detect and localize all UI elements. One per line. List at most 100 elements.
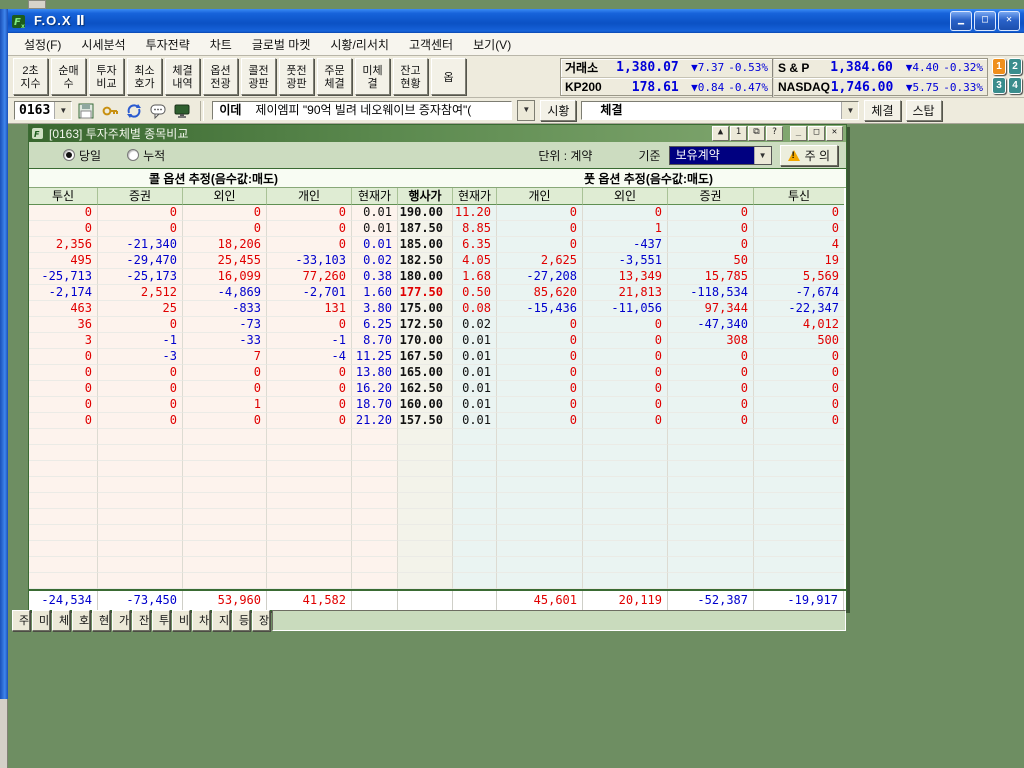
toolbar-button[interactable]: 체결내역 (165, 58, 200, 95)
bottom-tab[interactable]: 차 (192, 610, 210, 631)
index-change: ▼0.84 (679, 81, 725, 94)
maximize-button[interactable]: □ (974, 11, 996, 31)
index-change: ▼5.75 (893, 81, 939, 94)
toolbar-button[interactable]: 풋전광판 (279, 58, 314, 95)
bottom-tab[interactable]: 호 (72, 610, 90, 631)
cascade-icon[interactable]: ⧉ (748, 126, 765, 141)
column-header: 행사가 (398, 188, 453, 205)
radio-daily-label: 당일 (79, 147, 101, 164)
menu-item[interactable]: 보기(V) (463, 33, 521, 56)
svg-text:F: F (34, 130, 40, 139)
news-dropdown-icon[interactable]: ▼ (517, 100, 535, 121)
feed-dropdown-icon[interactable]: ▼ (841, 102, 858, 119)
put-price-cell: 0.01 (453, 413, 497, 429)
minimize-button[interactable]: ▁ (950, 11, 972, 31)
empty-cell (183, 461, 267, 477)
bottom-tab[interactable]: 비 (172, 610, 190, 631)
empty-cell (398, 573, 453, 589)
toolbar-button[interactable]: 순매수 (51, 58, 86, 95)
panel-minimize-button[interactable]: _ (790, 126, 807, 141)
empty-cell (398, 541, 453, 557)
index-value: 1,380.07 (616, 60, 679, 75)
call-cell: -833 (183, 301, 267, 317)
menu-item[interactable]: 시황/리서치 (320, 33, 399, 56)
bottom-tab[interactable]: 주 (12, 610, 30, 631)
stop-button[interactable]: 스탑 (906, 100, 942, 121)
save-icon[interactable] (77, 102, 96, 120)
app-logo-icon: F x (12, 14, 29, 29)
execution-button[interactable]: 체결 (864, 100, 900, 121)
put-price-cell: 8.85 (453, 221, 497, 237)
panel-maximize-button[interactable]: □ (808, 126, 825, 141)
monitor-icon[interactable] (173, 102, 192, 120)
empty-cell (668, 493, 754, 509)
panel-close-button[interactable]: ✕ (826, 126, 843, 141)
bottom-tab[interactable]: 가 (112, 610, 130, 631)
bottom-tab[interactable]: 현 (92, 610, 110, 631)
toolbar-button[interactable]: 미체결 (355, 58, 390, 95)
empty-cell (453, 477, 497, 493)
empty-cell (183, 493, 267, 509)
toolbar-button[interactable]: 주문체결 (317, 58, 352, 95)
empty-cell (398, 429, 453, 445)
call-cell: -1 (98, 333, 183, 349)
put-cell: 0 (754, 365, 844, 381)
bottom-tab[interactable]: 지 (212, 610, 230, 631)
bottom-tab[interactable]: 체 (52, 610, 70, 631)
empty-cell (453, 429, 497, 445)
key-icon[interactable] (101, 102, 120, 120)
screen-code-combo[interactable]: 0163 ▼ (14, 101, 72, 120)
bottom-tab[interactable]: 잔 (132, 610, 150, 631)
chevron-down-icon[interactable]: ▼ (54, 102, 71, 119)
column-header-row: 투신증권외인개인현재가행사가현재가개인외인증권투신 (29, 188, 846, 205)
menu-item[interactable]: 설정(F) (14, 33, 71, 56)
warning-button[interactable]: 주 의 (780, 145, 838, 166)
table-row: -2,1742,512-4,869-2,7011.60177.500.5085,… (29, 285, 846, 301)
toolbar-button[interactable]: 콜전광판 (241, 58, 276, 95)
market-news-button[interactable]: 시황 (540, 100, 576, 121)
close-button[interactable]: ✕ (998, 11, 1020, 31)
toolbar-button[interactable]: 투자비교 (89, 58, 124, 95)
toolbar-button[interactable]: 잔고현황 (393, 58, 428, 95)
strike-cell: 185.00 (398, 237, 453, 253)
chat-icon[interactable] (149, 102, 168, 120)
refresh-icon[interactable] (125, 102, 144, 120)
bottom-tab[interactable]: 투 (152, 610, 170, 631)
toolbar-button[interactable]: 옵션전광 (203, 58, 238, 95)
call-cell: 1 (183, 397, 267, 413)
bottom-tab[interactable]: 등 (232, 610, 250, 631)
menu-item[interactable]: 고객센터 (399, 33, 463, 56)
quick-button-4[interactable]: 4 (1008, 77, 1022, 94)
svg-text:x: x (21, 23, 25, 29)
toolbar-button[interactable]: 옵 (431, 58, 466, 95)
radio-cumulative[interactable] (127, 149, 139, 161)
menu-item[interactable]: 시세분석 (71, 33, 135, 56)
empty-cell (668, 573, 754, 589)
bottom-tab[interactable]: 미 (32, 610, 50, 631)
empty-cell (497, 445, 583, 461)
comparison-window: F [0163] 투자주체별 종목비교 ▲ 1 ⧉ ? _ □ ✕ 당일 누적 … (28, 124, 847, 610)
quick-button-3[interactable]: 3 (992, 77, 1006, 94)
toolbar-button[interactable]: 2초지수 (13, 58, 48, 95)
put-cell: -15,436 (497, 301, 583, 317)
menu-item[interactable]: 글로벌 마켓 (242, 33, 321, 56)
menu-item[interactable]: 투자전략 (136, 33, 200, 56)
menu-item[interactable]: 차트 (200, 33, 242, 56)
help-icon[interactable]: ? (766, 126, 783, 141)
one-icon[interactable]: 1 (730, 126, 747, 141)
quick-button-2[interactable]: 2 (1008, 58, 1022, 75)
basis-combo[interactable]: 보유계약 ▼ (669, 146, 772, 165)
screen-code-value: 0163 (15, 102, 54, 119)
call-cell: 0 (29, 381, 98, 397)
empty-cell (29, 445, 98, 461)
quick-button-1[interactable]: 1 (992, 58, 1006, 75)
put-cell: 85,620 (497, 285, 583, 301)
call-price-cell: 3.80 (352, 301, 398, 317)
empty-cell (497, 493, 583, 509)
toolbar-button[interactable]: 최소호가 (127, 58, 162, 95)
bottom-tab[interactable]: 장 (252, 610, 270, 631)
rollup-icon[interactable]: ▲ (712, 126, 729, 141)
radio-daily[interactable] (63, 149, 75, 161)
call-cell: -33,103 (267, 253, 352, 269)
basis-dropdown-icon[interactable]: ▼ (754, 147, 771, 164)
